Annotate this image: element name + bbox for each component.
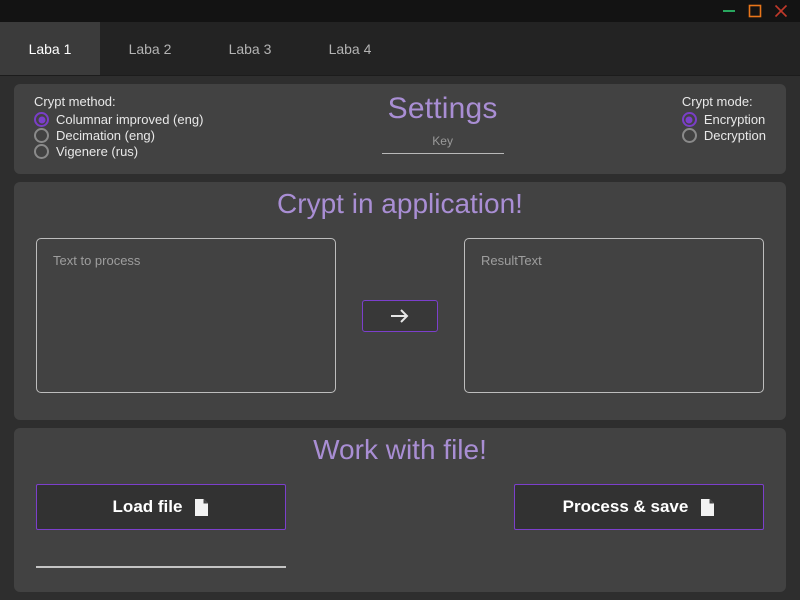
text-to-process-input[interactable] [36,238,336,393]
crypt-section-title: Crypt in application! [277,188,523,219]
load-file-label: Load file [112,497,183,516]
result-text-output[interactable] [464,238,764,393]
settings-center: Settings [203,92,681,154]
tab-label: Laba 2 [128,40,172,57]
radio-encryption[interactable]: Encryption [681,112,766,127]
radio-button-icon[interactable] [34,128,49,143]
page-content: Crypt method: Columnar improved (eng) De… [0,76,800,600]
load-file-button[interactable]: Load file [36,484,286,530]
crypt-method-group: Crypt method: Columnar improved (eng) De… [34,94,203,160]
tab-laba-3[interactable]: Laba 3 [200,22,300,75]
tab-laba-1[interactable]: Laba 1 [0,22,100,75]
arrow-right-icon [388,306,412,326]
crypt-method-title: Crypt method: [34,94,116,109]
radio-label: Decimation (eng) [56,128,155,143]
save-file-label: Process & save [562,497,689,516]
radio-decimation[interactable]: Decimation (eng) [34,128,203,143]
file-path-input[interactable] [36,548,286,562]
tab-bar: Laba 1 Laba 2 Laba 3 Laba 4 [0,22,800,76]
tab-laba-4[interactable]: Laba 4 [300,22,400,75]
crypt-mode-title: Crypt mode: [681,94,753,109]
crypt-row [14,238,786,393]
radio-label: Vigenere (rus) [56,144,139,159]
tab-label: Laba 3 [228,40,272,57]
crypt-panel: Crypt in application! [14,182,786,420]
maximize-icon [748,4,762,18]
radio-label: Encryption [703,112,766,127]
process-and-save-button[interactable]: Process & save [514,484,764,530]
settings-title: Settings [387,92,498,125]
radio-button-icon[interactable] [34,144,49,159]
tab-label: Laba 4 [328,40,372,57]
key-field-wrapper [381,132,504,154]
radio-button-icon[interactable] [34,112,49,127]
file-icon [194,498,209,517]
close-button[interactable] [768,0,794,22]
file-path-row [14,546,786,568]
tab-laba-2[interactable]: Laba 2 [100,22,200,75]
radio-vigenere[interactable]: Vigenere (rus) [34,144,203,159]
close-icon [774,4,788,18]
radio-label: Decryption [703,128,766,143]
radio-columnar-improved[interactable]: Columnar improved (eng) [34,112,203,127]
key-input[interactable] [381,134,504,148]
radio-decryption[interactable]: Decryption [681,128,766,143]
file-icon [700,498,715,517]
radio-button-icon[interactable] [681,112,697,127]
file-buttons-row: Load file Process & save [14,484,786,530]
file-panel: Work with file! Load file Process & save [14,428,786,592]
radio-button-icon[interactable] [681,128,697,143]
minimize-icon [722,4,736,18]
file-path-wrapper [36,546,286,568]
process-button[interactable] [362,299,438,332]
title-bar [0,0,800,22]
minimize-button[interactable] [716,0,742,22]
crypt-mode-group: Crypt mode: Encryption Decryption [681,94,766,144]
file-section-title: Work with file! [313,434,487,465]
tab-label: Laba 1 [28,40,72,57]
settings-panel: Crypt method: Columnar improved (eng) De… [14,84,786,174]
maximize-button[interactable] [742,0,768,22]
radio-label: Columnar improved (eng) [56,112,204,127]
